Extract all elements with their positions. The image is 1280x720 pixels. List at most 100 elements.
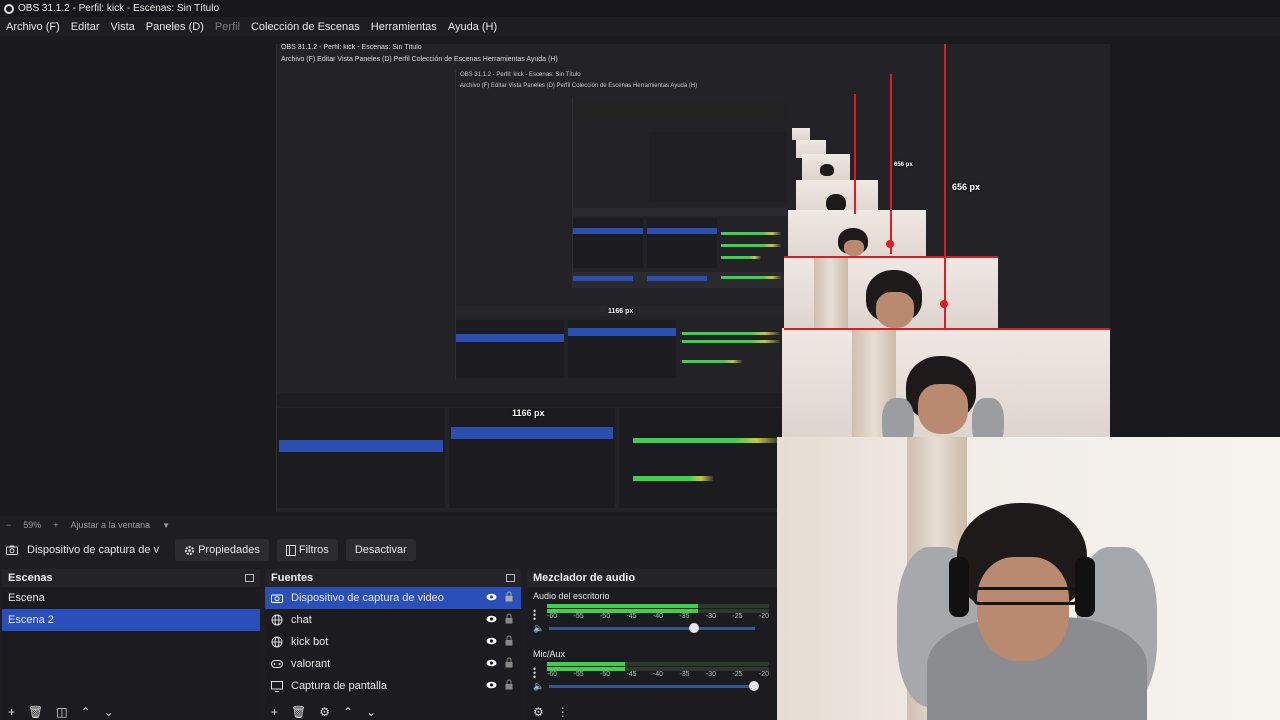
menu-perfil[interactable]: Perfil bbox=[215, 21, 240, 33]
visibility-eye-icon[interactable] bbox=[486, 680, 497, 692]
lock-icon[interactable] bbox=[505, 613, 513, 627]
source-label: Captura de pantalla bbox=[291, 680, 388, 692]
selected-source-name: Dispositivo de captura de v bbox=[27, 544, 160, 556]
add-source-icon[interactable]: + bbox=[271, 705, 278, 719]
source-item[interactable]: Captura de pantalla bbox=[265, 675, 521, 697]
lock-icon[interactable] bbox=[505, 591, 513, 605]
window-titlebar: OBS 31.1.2 - Perfil: kick - Escenas: Sin… bbox=[0, 0, 1280, 17]
fit-to-window-select[interactable]: Ajustar a la ventana bbox=[71, 520, 151, 530]
window-title: OBS 31.1.2 - Perfil: kick - Escenas: Sin… bbox=[18, 3, 220, 14]
monitor-icon bbox=[271, 680, 283, 692]
scenes-title: Escenas bbox=[8, 572, 53, 584]
meter-ticks: -60 -55 -50 -45 -40 -35 -30 -25 -20 bbox=[547, 613, 769, 620]
chevron-down-icon[interactable]: ▼ bbox=[162, 521, 170, 530]
deactivate-button[interactable]: Desactivar bbox=[345, 539, 416, 561]
speaker-icon[interactable]: 🔈 bbox=[533, 681, 544, 692]
properties-label: Propiedades bbox=[198, 544, 260, 556]
height-measure-label: 656 px bbox=[952, 182, 981, 192]
guide-vertical bbox=[944, 44, 946, 328]
scene-item-selected[interactable]: Escena 2 bbox=[2, 609, 260, 631]
source-item[interactable]: valorant bbox=[265, 653, 521, 675]
camera-icon bbox=[271, 592, 283, 604]
popout-icon[interactable] bbox=[245, 574, 254, 582]
zoom-out-button[interactable]: − bbox=[6, 520, 11, 530]
filters-label: Filtros bbox=[298, 544, 329, 556]
level-meter: -60 -55 -50 -45 -40 -35 -30 -25 -20 bbox=[547, 662, 774, 680]
lock-icon[interactable] bbox=[505, 657, 513, 671]
zoom-in-button[interactable]: + bbox=[53, 520, 58, 530]
meter-ticks: -60 -55 -50 -45 -40 -35 -30 -25 -20 bbox=[547, 671, 769, 678]
nested2-title: OBS 31.1.2 - Perfil: kick - Escenas: Sin… bbox=[460, 72, 581, 78]
scenes-dock: Escenas Escena Escena 2 + 🗑 ◫ ⌃ ⌄ bbox=[2, 569, 260, 720]
popout-icon[interactable] bbox=[506, 574, 515, 582]
add-scene-icon[interactable]: + bbox=[8, 705, 15, 719]
source-item[interactable]: Dispositivo de captura de video bbox=[265, 587, 521, 609]
guide-horizontal bbox=[784, 328, 1110, 330]
globe-icon bbox=[271, 614, 283, 626]
mixer-channel: Audio del escritorio • • • -60 -55 -50 -45 -40… bbox=[527, 587, 780, 645]
lock-icon[interactable] bbox=[505, 635, 513, 649]
trash-icon[interactable]: 🗑 bbox=[291, 705, 306, 719]
scene-item[interactable]: Escena bbox=[2, 587, 260, 609]
volume-knob[interactable] bbox=[689, 623, 699, 633]
nested-obs-capture-2: OBS 31.1.2 - Perfil: kick - Escenas: Sin… bbox=[455, 70, 787, 380]
source-label: kick bot bbox=[291, 636, 329, 648]
more-options-icon[interactable]: ⋮ bbox=[557, 705, 569, 719]
properties-button[interactable]: Propiedades bbox=[175, 539, 269, 561]
volume-slider[interactable]: 🔈 bbox=[533, 680, 774, 692]
inner-height-label: 656 px bbox=[894, 162, 913, 168]
sources-title: Fuentes bbox=[271, 572, 314, 584]
menu-paneles[interactable]: Paneles (D) bbox=[146, 21, 204, 33]
sources-footer: + 🗑 ⚙ ⌃ ⌄ bbox=[265, 704, 389, 720]
channel-menu-icon[interactable]: • • • bbox=[533, 607, 536, 624]
channel-name: Audio del escritorio bbox=[533, 591, 610, 601]
zoom-level: 59% bbox=[23, 520, 42, 530]
move-down-icon[interactable]: ⌄ bbox=[104, 705, 114, 719]
source-item[interactable]: chat bbox=[265, 609, 521, 631]
sources-header: Fuentes bbox=[265, 569, 521, 587]
gear-icon[interactable]: ⚙ bbox=[533, 705, 544, 719]
gear-icon[interactable]: ⚙ bbox=[319, 705, 330, 719]
menu-bar: Archivo (F) Editar Vista Paneles (D) Per… bbox=[0, 17, 1280, 36]
menu-ayuda[interactable]: Ayuda (H) bbox=[448, 21, 497, 33]
move-up-icon[interactable]: ⌃ bbox=[343, 705, 353, 719]
menu-coleccion-escenas[interactable]: Colección de Escenas bbox=[251, 21, 360, 33]
source-label: Dispositivo de captura de video bbox=[291, 592, 444, 604]
camera-icon bbox=[6, 545, 18, 555]
level-meter: -60 -55 -50 -45 -40 -35 -30 -25 -20 bbox=[547, 604, 774, 622]
speaker-icon[interactable]: 🔈 bbox=[533, 623, 544, 634]
scenes-footer: + 🗑 ◫ ⌃ ⌄ bbox=[2, 704, 127, 720]
scene-filter-icon[interactable]: ◫ bbox=[56, 705, 67, 719]
channel-menu-icon[interactable]: • • • bbox=[533, 665, 536, 682]
visibility-eye-icon[interactable] bbox=[486, 592, 497, 604]
move-up-icon[interactable]: ⌃ bbox=[81, 705, 91, 719]
trash-icon[interactable]: 🗑 bbox=[28, 705, 43, 719]
filter-icon bbox=[285, 544, 296, 556]
menu-archivo[interactable]: Archivo (F) bbox=[6, 21, 60, 33]
nested2-menu: Archivo (F) Editar Vista Paneles (D) Per… bbox=[460, 83, 698, 89]
lock-icon[interactable] bbox=[505, 679, 513, 693]
inner-width-label: 1166 px bbox=[608, 308, 634, 315]
source-label: chat bbox=[291, 614, 312, 626]
move-down-icon[interactable]: ⌄ bbox=[366, 705, 376, 719]
gamepad-icon bbox=[271, 658, 283, 670]
menu-herramientas[interactable]: Herramientas bbox=[371, 21, 437, 33]
source-toolbar: Dispositivo de captura de v Propiedades … bbox=[0, 537, 780, 563]
volume-knob[interactable] bbox=[749, 681, 759, 691]
webcam-overlay bbox=[777, 437, 1280, 720]
nested-window-title: OBS 31.1.2 - Perfil: kick - Escenas: Sin… bbox=[281, 44, 422, 51]
visibility-eye-icon[interactable] bbox=[486, 636, 497, 648]
scenes-header: Escenas bbox=[2, 569, 260, 587]
menu-vista[interactable]: Vista bbox=[111, 21, 135, 33]
filters-button[interactable]: Filtros bbox=[276, 539, 338, 561]
visibility-eye-icon[interactable] bbox=[486, 614, 497, 626]
volume-slider[interactable]: 🔈 bbox=[533, 622, 774, 634]
visibility-eye-icon[interactable] bbox=[486, 658, 497, 670]
menu-editar[interactable]: Editar bbox=[71, 21, 100, 33]
nested-menu: Archivo (F) Editar Vista Paneles (D) Per… bbox=[281, 56, 558, 63]
sources-dock: Fuentes Dispositivo de captura de video … bbox=[265, 569, 521, 720]
source-label: valorant bbox=[291, 658, 331, 670]
globe-icon bbox=[271, 636, 283, 648]
source-item[interactable]: kick bot bbox=[265, 631, 521, 653]
channel-name: Mic/Aux bbox=[533, 649, 566, 659]
